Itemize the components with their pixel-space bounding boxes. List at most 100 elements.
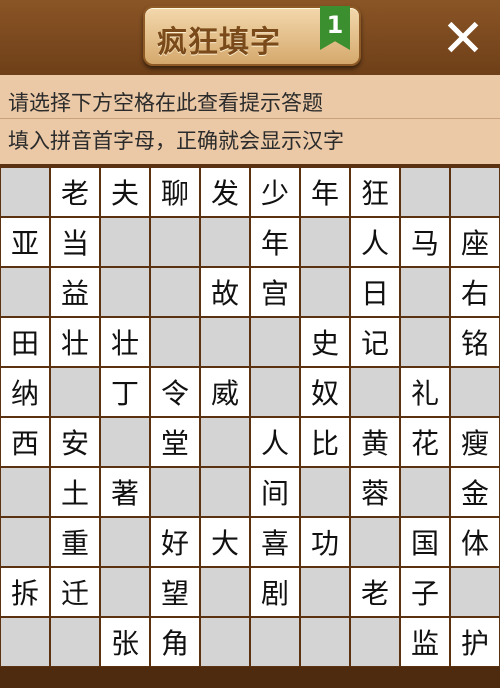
grid-cell[interactable]: 纳 xyxy=(1,368,49,416)
grid-cell[interactable]: 国 xyxy=(401,518,449,566)
grid-cell-blank[interactable] xyxy=(201,218,249,266)
grid-cell-blank[interactable] xyxy=(151,268,199,316)
grid-cell-blank[interactable] xyxy=(201,568,249,616)
grid-cell-blank[interactable] xyxy=(351,368,399,416)
grid-cell[interactable]: 喜 xyxy=(251,518,299,566)
close-icon[interactable]: ✕ xyxy=(438,13,488,66)
grid-cell[interactable]: 发 xyxy=(201,168,249,216)
grid-cell[interactable]: 马 xyxy=(401,218,449,266)
grid-cell[interactable]: 年 xyxy=(301,168,349,216)
grid-cell[interactable]: 宫 xyxy=(251,268,299,316)
grid-cell[interactable]: 年 xyxy=(251,218,299,266)
grid-cell-blank[interactable] xyxy=(101,518,149,566)
grid-cell-blank[interactable] xyxy=(351,518,399,566)
grid-cell[interactable]: 好 xyxy=(151,518,199,566)
grid-cell-blank[interactable] xyxy=(201,418,249,466)
grid-cell[interactable]: 亚 xyxy=(1,218,49,266)
grid-cell-blank[interactable] xyxy=(451,368,499,416)
grid-cell[interactable]: 瘦 xyxy=(451,418,499,466)
grid-cell-blank[interactable] xyxy=(1,168,49,216)
grid-cell[interactable]: 张 xyxy=(101,618,149,666)
grid-cell-blank[interactable] xyxy=(1,468,49,516)
grid-cell[interactable]: 壮 xyxy=(101,318,149,366)
grid-cell[interactable]: 角 xyxy=(151,618,199,666)
grid-cell[interactable]: 堂 xyxy=(151,418,199,466)
grid-cell[interactable]: 功 xyxy=(301,518,349,566)
grid-cell[interactable]: 间 xyxy=(251,468,299,516)
grid-cell[interactable]: 威 xyxy=(201,368,249,416)
grid-cell-blank[interactable] xyxy=(1,518,49,566)
grid-cell[interactable]: 田 xyxy=(1,318,49,366)
grid-cell[interactable]: 重 xyxy=(51,518,99,566)
grid-cell-blank[interactable] xyxy=(451,568,499,616)
grid-cell-blank[interactable] xyxy=(401,318,449,366)
grid-cell-blank[interactable] xyxy=(301,268,349,316)
grid-cell[interactable]: 老 xyxy=(351,568,399,616)
grid-cell-blank[interactable] xyxy=(51,618,99,666)
grid-cell[interactable]: 狂 xyxy=(351,168,399,216)
grid-cell-blank[interactable] xyxy=(351,618,399,666)
grid-cell[interactable]: 当 xyxy=(51,218,99,266)
grid-cell-blank[interactable] xyxy=(301,618,349,666)
grid-cell-blank[interactable] xyxy=(301,218,349,266)
grid-cell-blank[interactable] xyxy=(151,468,199,516)
grid-cell[interactable]: 礼 xyxy=(401,368,449,416)
grid-cell-blank[interactable] xyxy=(1,268,49,316)
grid-cell-blank[interactable] xyxy=(251,618,299,666)
grid-cell[interactable]: 剧 xyxy=(251,568,299,616)
grid-cell[interactable]: 望 xyxy=(151,568,199,616)
grid-cell[interactable]: 聊 xyxy=(151,168,199,216)
grid-cell[interactable]: 夫 xyxy=(101,168,149,216)
grid-cell[interactable]: 迁 xyxy=(51,568,99,616)
grid-cell[interactable]: 护 xyxy=(451,618,499,666)
grid-cell-blank[interactable] xyxy=(151,318,199,366)
grid-cell-blank[interactable] xyxy=(101,268,149,316)
grid-cell[interactable]: 老 xyxy=(51,168,99,216)
grid-cell-blank[interactable] xyxy=(251,368,299,416)
grid-cell[interactable]: 安 xyxy=(51,418,99,466)
grid-cell[interactable]: 金 xyxy=(451,468,499,516)
grid-cell[interactable]: 史 xyxy=(301,318,349,366)
grid-cell[interactable]: 监 xyxy=(401,618,449,666)
grid-cell[interactable]: 人 xyxy=(351,218,399,266)
grid-cell-blank[interactable] xyxy=(451,168,499,216)
grid-cell[interactable]: 少 xyxy=(251,168,299,216)
grid-cell-blank[interactable] xyxy=(101,418,149,466)
grid-cell[interactable]: 座 xyxy=(451,218,499,266)
grid-cell-blank[interactable] xyxy=(401,268,449,316)
grid-cell[interactable]: 蓉 xyxy=(351,468,399,516)
grid-cell-blank[interactable] xyxy=(251,318,299,366)
grid-cell-blank[interactable] xyxy=(301,468,349,516)
grid-cell[interactable]: 益 xyxy=(51,268,99,316)
grid-cell-blank[interactable] xyxy=(301,568,349,616)
grid-cell[interactable]: 拆 xyxy=(1,568,49,616)
grid-cell-blank[interactable] xyxy=(101,218,149,266)
grid-cell[interactable]: 右 xyxy=(451,268,499,316)
grid-cell-blank[interactable] xyxy=(101,568,149,616)
grid-cell[interactable]: 铭 xyxy=(451,318,499,366)
grid-cell[interactable]: 奴 xyxy=(301,368,349,416)
grid-cell[interactable]: 日 xyxy=(351,268,399,316)
grid-cell[interactable]: 人 xyxy=(251,418,299,466)
grid-cell[interactable]: 大 xyxy=(201,518,249,566)
grid-cell[interactable]: 西 xyxy=(1,418,49,466)
grid-cell[interactable]: 丁 xyxy=(101,368,149,416)
grid-cell[interactable]: 土 xyxy=(51,468,99,516)
grid-cell-blank[interactable] xyxy=(201,468,249,516)
grid-cell[interactable]: 黄 xyxy=(351,418,399,466)
grid-cell[interactable]: 体 xyxy=(451,518,499,566)
grid-cell-blank[interactable] xyxy=(151,218,199,266)
grid-cell[interactable]: 故 xyxy=(201,268,249,316)
grid-cell-blank[interactable] xyxy=(201,618,249,666)
grid-cell[interactable]: 令 xyxy=(151,368,199,416)
grid-cell[interactable]: 著 xyxy=(101,468,149,516)
grid-cell-blank[interactable] xyxy=(401,468,449,516)
grid-cell-blank[interactable] xyxy=(401,168,449,216)
grid-cell-blank[interactable] xyxy=(201,318,249,366)
grid-cell-blank[interactable] xyxy=(51,368,99,416)
grid-cell[interactable]: 子 xyxy=(401,568,449,616)
grid-cell[interactable]: 花 xyxy=(401,418,449,466)
grid-cell[interactable]: 记 xyxy=(351,318,399,366)
grid-cell[interactable]: 壮 xyxy=(51,318,99,366)
grid-cell-blank[interactable] xyxy=(1,618,49,666)
